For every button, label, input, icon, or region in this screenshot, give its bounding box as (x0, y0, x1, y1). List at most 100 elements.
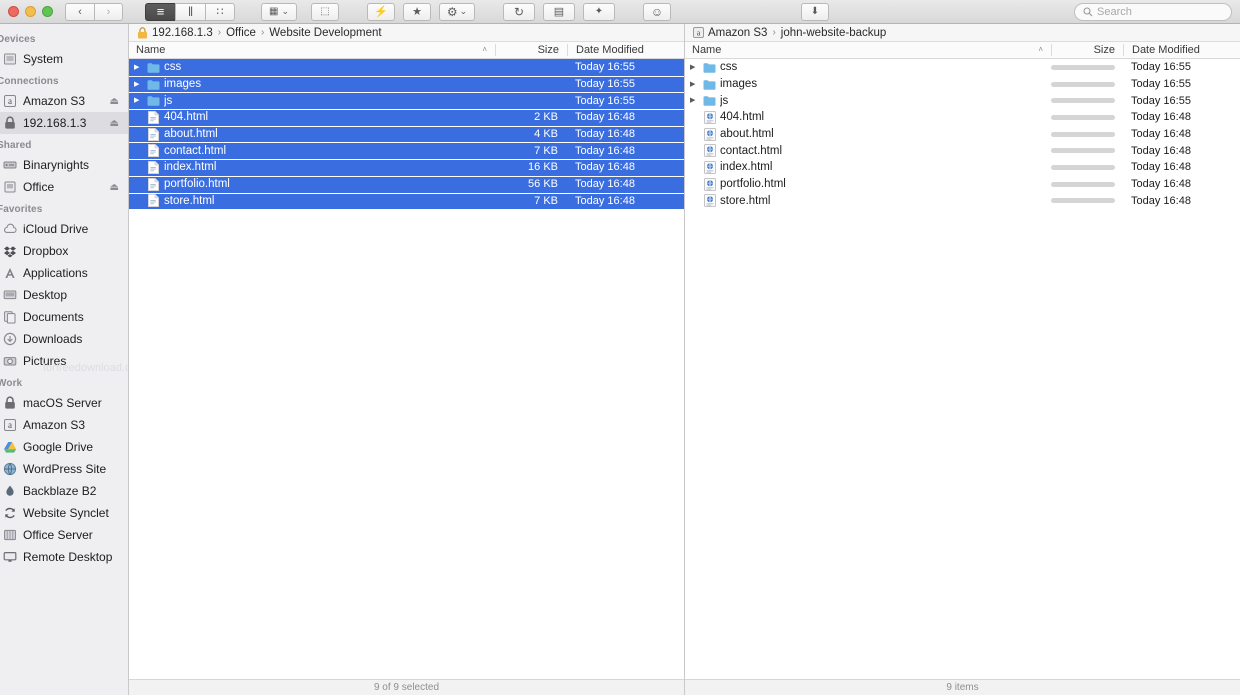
list-view-button[interactable]: ≡ (145, 3, 175, 21)
settings-gear-button[interactable]: ⚙ ⌄ (439, 3, 475, 21)
new-document-button[interactable]: ⬚ (311, 3, 339, 21)
table-row[interactable]: ▶imagesToday 16:55 (129, 76, 684, 93)
disclosure-triangle-icon[interactable]: ▶ (690, 81, 699, 88)
sidebar-item-backblaze-b2[interactable]: Backblaze B2 (0, 480, 128, 502)
toolbar: ‹ › ≡ ‖ ∷ ▦ ⌄ ⬚ ⚡ ★ ⚙ ⌄ ↻ ▤ ✦ (0, 0, 1240, 24)
right-column-name[interactable]: Name ˄ (685, 44, 1051, 56)
table-row[interactable]: ▶cssToday 16:55 (129, 59, 684, 76)
breadcrumb-part[interactable]: Office (226, 27, 256, 39)
file-date-cell: Today 16:48 (1123, 111, 1240, 123)
sidebar-item-dropbox[interactable]: Dropbox (0, 240, 128, 262)
minimize-window-button[interactable] (25, 6, 36, 17)
terminal-button[interactable]: ▤ (543, 3, 575, 21)
file-type-icon (147, 128, 160, 141)
sidebar-item-binarynights[interactable]: Binarynights (0, 154, 128, 176)
sidebar-item-website-synclet[interactable]: Website Synclet (0, 502, 128, 524)
table-row[interactable]: ▶store.htmlToday 16:48 (685, 193, 1240, 210)
sidebar-item-office[interactable]: Office⏏ (0, 176, 128, 198)
icon-view-button[interactable]: ∷ (205, 3, 235, 21)
disclosure-triangle-icon[interactable]: ▶ (690, 97, 699, 104)
sidebar-item-downloads[interactable]: Downloads (0, 328, 128, 350)
right-column-date[interactable]: Date Modified (1123, 44, 1240, 56)
disclosure-triangle-icon[interactable]: ▶ (134, 64, 143, 71)
file-date-cell: Today 16:48 (567, 195, 684, 207)
refresh-button[interactable]: ↻ (503, 3, 535, 21)
breadcrumb-part[interactable]: 192.168.1.3 (152, 27, 213, 39)
sidebar-item-macos-server[interactable]: macOS Server (0, 392, 128, 414)
table-row[interactable]: ▶portfolio.htmlToday 16:48 (685, 176, 1240, 193)
quick-connect-button[interactable]: ⚡ (367, 3, 395, 21)
dropbox-icon (3, 244, 17, 258)
forward-button[interactable]: › (94, 3, 123, 21)
sidebar-item-system[interactable]: System (0, 48, 128, 70)
table-row[interactable]: ▶about.htmlToday 16:48 (685, 126, 1240, 143)
sidebar-item-google-drive[interactable]: Google Drive (0, 436, 128, 458)
sidebar-item-office-server[interactable]: Office Server (0, 524, 128, 546)
sidebar[interactable]: DevicesSystemConnectionsaAmazon S3⏏192.1… (0, 24, 129, 695)
sidebar-item-applications[interactable]: Applications (0, 262, 128, 284)
table-row[interactable]: ▶404.html2 KBToday 16:48 (129, 109, 684, 126)
svg-text:a: a (8, 420, 12, 430)
sidebar-item-documents[interactable]: Documents (0, 306, 128, 328)
file-date-cell: Today 16:48 (567, 145, 684, 157)
table-row[interactable]: ▶jsToday 16:55 (685, 92, 1240, 109)
table-row[interactable]: ▶404.htmlToday 16:48 (685, 109, 1240, 126)
arrange-button[interactable]: ▦ ⌄ (261, 3, 297, 21)
sidebar-item-pictures[interactable]: Pictures (0, 350, 128, 372)
disclosure-triangle-icon[interactable]: ▶ (690, 64, 699, 71)
left-breadcrumb[interactable]: 192.168.1.3›Office›Website Development (129, 24, 684, 42)
sidebar-item-amazon-s3[interactable]: aAmazon S3⏏ (0, 90, 128, 112)
disclosure-triangle-icon[interactable]: ▶ (134, 97, 143, 104)
amazon-s3-icon: a (693, 27, 704, 38)
maximize-window-button[interactable] (42, 6, 53, 17)
sidebar-item-wordpress-site[interactable]: WordPress Site (0, 458, 128, 480)
favorites-button[interactable]: ★ (403, 3, 431, 21)
right-column-size[interactable]: Size (1051, 44, 1123, 56)
file-type-icon (147, 161, 160, 174)
sidebar-item-label: Applications (23, 266, 88, 280)
file-date: Today 16:48 (575, 195, 635, 207)
table-row[interactable]: ▶contact.htmlToday 16:48 (685, 142, 1240, 159)
left-column-date[interactable]: Date Modified (567, 44, 684, 56)
downloads-icon (2, 332, 17, 347)
back-button[interactable]: ‹ (65, 3, 94, 21)
sidebar-item-192-168-1-3[interactable]: 192.168.1.3⏏ (0, 112, 128, 134)
table-row[interactable]: ▶cssToday 16:55 (685, 59, 1240, 76)
eject-icon[interactable]: ⏏ (110, 118, 119, 129)
sync-sparkle-button[interactable]: ✦ (583, 3, 615, 21)
left-file-list[interactable]: ▶cssToday 16:55▶imagesToday 16:55▶jsToda… (129, 59, 684, 679)
search-icon (1083, 7, 1093, 17)
sidebar-item-remote-desktop[interactable]: Remote Desktop (0, 546, 128, 568)
breadcrumb-part[interactable]: john-website-backup (781, 27, 886, 39)
right-file-list[interactable]: ▶cssToday 16:55▶imagesToday 16:55▶jsToda… (685, 59, 1240, 679)
sidebar-item-desktop[interactable]: Desktop (0, 284, 128, 306)
eject-icon[interactable]: ⏏ (110, 182, 119, 193)
breadcrumb-part[interactable]: Amazon S3 (708, 27, 767, 39)
eject-icon[interactable]: ⏏ (110, 96, 119, 107)
sidebar-item-amazon-s3[interactable]: aAmazon S3 (0, 414, 128, 436)
svg-text:a: a (697, 28, 701, 37)
table-row[interactable]: ▶portfolio.html56 KBToday 16:48 (129, 176, 684, 193)
breadcrumb-part[interactable]: Website Development (269, 27, 381, 39)
emoji-button[interactable]: ☺ (643, 3, 671, 21)
file-type-icon (703, 178, 716, 191)
cloud-icon (2, 222, 17, 237)
table-row[interactable]: ▶index.htmlToday 16:48 (685, 159, 1240, 176)
table-row[interactable]: ▶contact.html7 KBToday 16:48 (129, 142, 684, 159)
close-window-button[interactable] (8, 6, 19, 17)
sidebar-item-icloud-drive[interactable]: iCloud Drive (0, 218, 128, 240)
table-row[interactable]: ▶index.html16 KBToday 16:48 (129, 159, 684, 176)
table-row[interactable]: ▶jsToday 16:55 (129, 92, 684, 109)
table-row[interactable]: ▶about.html4 KBToday 16:48 (129, 126, 684, 143)
column-view-button[interactable]: ‖ (175, 3, 205, 21)
left-column-size[interactable]: Size (495, 44, 567, 56)
right-breadcrumb[interactable]: a Amazon S3›john-website-backup (685, 24, 1240, 42)
sidebar-item-label: Amazon S3 (23, 94, 85, 108)
disclosure-triangle-icon[interactable]: ▶ (134, 81, 143, 88)
search-field[interactable]: Search (1074, 3, 1232, 21)
download-button[interactable]: ⬇ (801, 3, 829, 21)
table-row[interactable]: ▶store.html7 KBToday 16:48 (129, 193, 684, 210)
left-column-name[interactable]: Name ˄ (129, 44, 495, 56)
file-name-cell: ▶index.html (129, 161, 495, 174)
table-row[interactable]: ▶imagesToday 16:55 (685, 76, 1240, 93)
